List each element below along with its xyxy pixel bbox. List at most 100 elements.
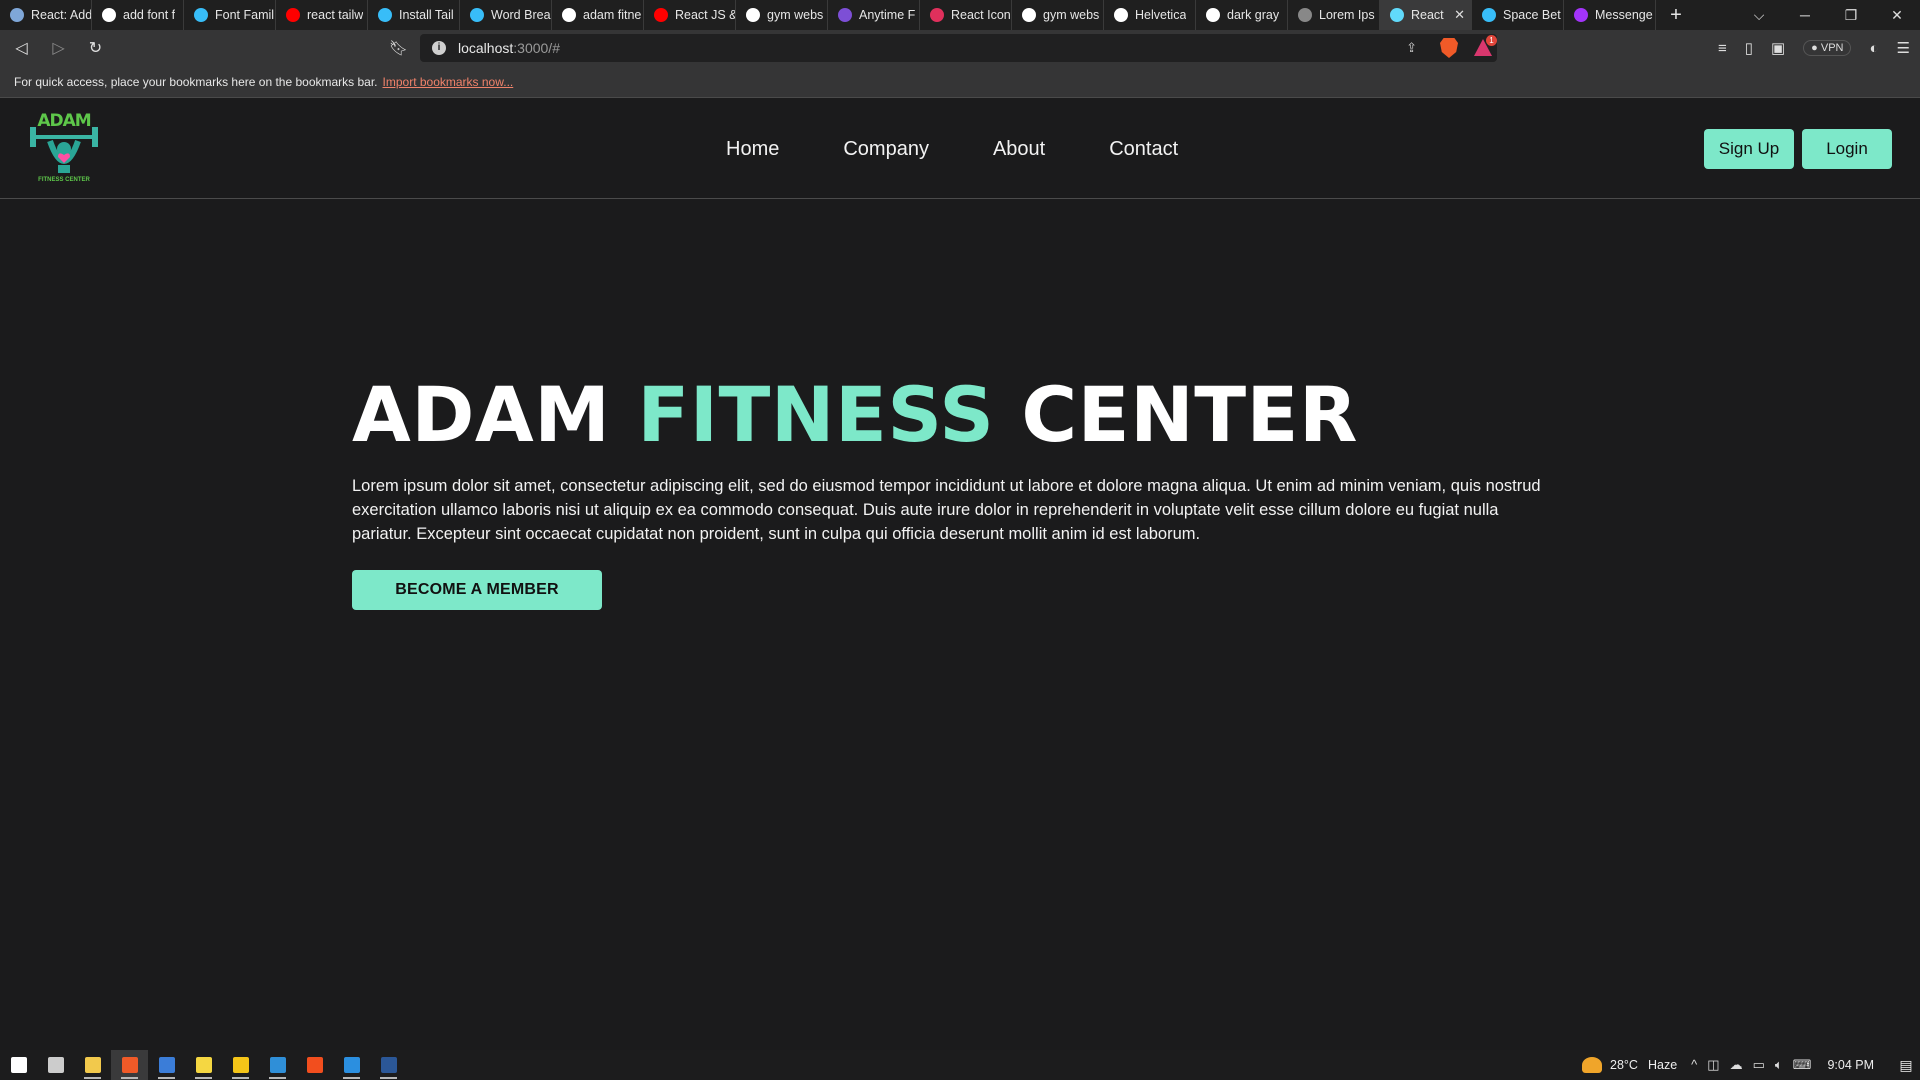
nav-company[interactable]: Company <box>843 138 929 161</box>
site-header: ADAM FITNESS CENTER Home Company About C… <box>0 99 1920 199</box>
windows-taskbar: 28°C Haze ^ ◫ ☁ ▭ 🔈︎ ⌨ 9:04 PM ▤ <box>0 1050 1920 1080</box>
file-explorer-icon[interactable] <box>74 1050 111 1080</box>
restore-button[interactable]: ❐ <box>1828 7 1874 24</box>
taskbar-apps <box>0 1050 407 1080</box>
messenger-icon <box>1574 8 1588 22</box>
bookmarks-prompt: For quick access, place your bookmarks h… <box>14 74 378 89</box>
back-icon[interactable]: ◁ <box>6 38 37 58</box>
youtube-icon <box>286 8 300 22</box>
playlist-icon[interactable]: ≡ <box>1718 40 1727 57</box>
task-view-icon[interactable] <box>37 1050 74 1080</box>
browser-tab[interactable]: Word Brea <box>460 0 552 30</box>
browser-tab[interactable]: Anytime F <box>828 0 920 30</box>
url-path: :3000/# <box>513 40 560 56</box>
google-icon <box>562 8 576 22</box>
leo-icon[interactable]: ◐ <box>1869 40 1878 57</box>
browser-tab-strip: React: Add add font f Font Famil react tail… <box>0 0 1920 30</box>
yellow-app-icon[interactable] <box>222 1050 259 1080</box>
keyboard-icon[interactable]: ⌨ <box>1793 1057 1812 1073</box>
browser-tab[interactable]: React: Add <box>0 0 92 30</box>
vpn-button[interactable]: ● VPN <box>1803 40 1852 56</box>
browser-tab[interactable]: Install Tail <box>368 0 460 30</box>
url-text[interactable]: localhost:3000/# <box>458 40 560 56</box>
import-bookmarks-link[interactable]: Import bookmarks now... <box>383 75 514 89</box>
login-button[interactable]: Login <box>1802 129 1892 169</box>
tab-label: Lorem Ips <box>1319 8 1375 22</box>
forward-icon[interactable]: ▷ <box>43 38 74 58</box>
brave-browser-icon[interactable] <box>111 1050 148 1080</box>
site-logo[interactable]: ADAM FITNESS CENTER <box>26 111 102 187</box>
browser-toolbar: ◁ ▷ ↻ 🔖︎ i localhost:3000/# ⇪ 1 ≡ ▯ ▣ ● … <box>0 30 1920 66</box>
meet-now-icon[interactable]: ◫ <box>1707 1057 1719 1073</box>
anytime-fitness-icon <box>838 8 852 22</box>
menu-icon[interactable]: ☰ <box>1897 39 1910 57</box>
wallet-icon[interactable]: ▣ <box>1771 39 1785 57</box>
tab-label: React JS & <box>675 8 735 22</box>
browser-tab[interactable]: React ✕ <box>1380 0 1472 30</box>
photos-app-icon[interactable] <box>259 1050 296 1080</box>
browser-tab[interactable]: gym webs <box>736 0 828 30</box>
word-glyph <box>380 1057 397 1073</box>
tab-label: gym webs <box>767 8 824 22</box>
notifications-icon[interactable]: ▤ <box>1892 1057 1920 1074</box>
browser-tab[interactable]: Font Famil <box>184 0 276 30</box>
tab-label: react tailw <box>307 8 364 22</box>
browser-tab[interactable]: Lorem Ips <box>1288 0 1380 30</box>
windows-start-icon[interactable] <box>0 1050 37 1080</box>
figma-icon[interactable] <box>296 1050 333 1080</box>
sticky-notes-icon[interactable] <box>185 1050 222 1080</box>
sidebar-icon[interactable]: ▯ <box>1745 39 1753 57</box>
weather-condition[interactable]: Haze <box>1648 1058 1677 1072</box>
browser-tab[interactable]: React Icon <box>920 0 1012 30</box>
logo-subtext: FITNESS CENTER <box>38 177 90 183</box>
sign-up-button[interactable]: Sign Up <box>1704 129 1794 169</box>
rewards-badge: 1 <box>1486 35 1497 46</box>
tab-list: React: Add add font f Font Famil react tail… <box>0 0 1656 30</box>
clock[interactable]: 9:04 PM <box>1827 1058 1874 1072</box>
show-hidden-icons-icon[interactable]: ^ <box>1691 1057 1697 1073</box>
volume-icon[interactable]: 🔈︎ <box>1775 1057 1783 1073</box>
browser-tab[interactable]: dark gray <box>1196 0 1288 30</box>
react-icon <box>1390 8 1404 22</box>
close-tab-icon[interactable]: ✕ <box>1454 7 1465 23</box>
bookmark-icon[interactable]: 🔖︎ <box>389 39 408 57</box>
minimize-button[interactable]: ─ <box>1782 7 1828 23</box>
reload-icon[interactable]: ↻ <box>80 38 111 58</box>
google-icon <box>102 8 116 22</box>
browser-tab[interactable]: add font f <box>92 0 184 30</box>
onedrive-icon[interactable]: ☁ <box>1730 1057 1743 1073</box>
youtube-icon <box>654 8 668 22</box>
site-info-icon[interactable]: i <box>432 41 446 55</box>
network-icon[interactable]: ▭ <box>1753 1057 1765 1073</box>
new-tab-button[interactable]: + <box>1656 4 1696 27</box>
hero-title-part1: ADAM <box>352 370 638 459</box>
tailwind-icon <box>1482 8 1496 22</box>
layers-app-icon[interactable] <box>148 1050 185 1080</box>
nav-home[interactable]: Home <box>726 138 779 161</box>
share-icon[interactable]: ⇪ <box>1406 40 1417 56</box>
browser-tab[interactable]: react tailw <box>276 0 368 30</box>
browser-tab[interactable]: Space Bet <box>1472 0 1564 30</box>
browser-tab[interactable]: Messenge <box>1564 0 1656 30</box>
become-member-button[interactable]: BECOME A MEMBER <box>352 570 602 610</box>
browser-tab[interactable]: gym webs <box>1012 0 1104 30</box>
address-bar[interactable]: i localhost:3000/# ⇪ <box>420 34 1497 62</box>
tab-search-icon[interactable]: ⌵ <box>1736 7 1782 24</box>
vscode-icon[interactable] <box>333 1050 370 1080</box>
word-icon[interactable] <box>370 1050 407 1080</box>
close-window-button[interactable]: ✕ <box>1874 7 1920 24</box>
vpn-label: VPN <box>1820 42 1844 54</box>
tab-label: gym webs <box>1043 8 1100 22</box>
browser-tab[interactable]: React JS & <box>644 0 736 30</box>
browser-tab[interactable]: Helvetica <box>1104 0 1196 30</box>
temperature[interactable]: 28°C <box>1610 1058 1638 1072</box>
tab-label: dark gray <box>1227 8 1280 22</box>
react-tab-icon <box>10 8 24 22</box>
tab-label: Install Tail <box>399 8 454 22</box>
layers-app-glyph <box>158 1057 175 1073</box>
nav-contact[interactable]: Contact <box>1109 138 1178 161</box>
weather-icon[interactable] <box>1582 1057 1603 1073</box>
browser-tab[interactable]: adam fitne <box>552 0 644 30</box>
nav-about[interactable]: About <box>993 138 1045 161</box>
task-view-glyph <box>47 1057 64 1073</box>
